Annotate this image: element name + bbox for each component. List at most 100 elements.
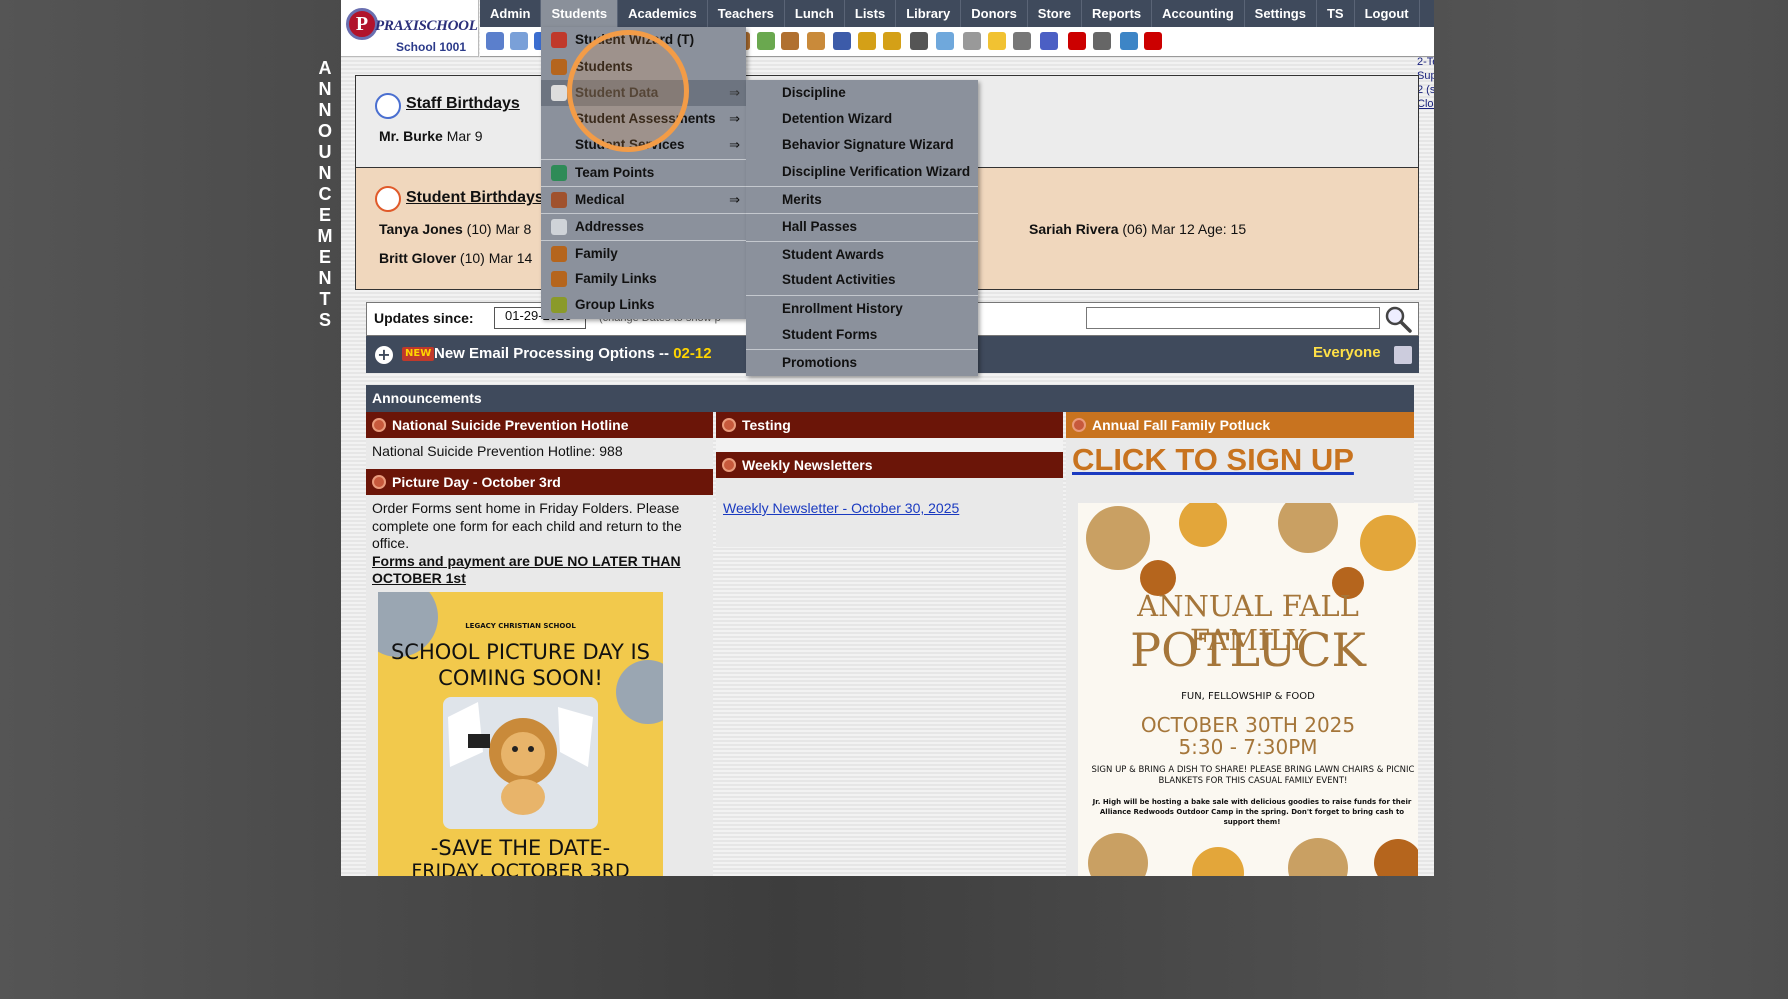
announcement-title[interactable]: Testing	[716, 412, 1063, 438]
pencil-icon[interactable]	[757, 32, 775, 50]
submenu-arrow-icon: ⇒	[729, 137, 740, 152]
cake-icon	[375, 93, 401, 119]
vertical-title-letter: N	[318, 100, 332, 120]
nav-library[interactable]: Library	[896, 0, 962, 27]
student-birthdays-heading[interactable]: Student Birthdays	[406, 189, 544, 207]
nav-lunch[interactable]: Lunch	[785, 0, 845, 27]
power-icon[interactable]	[1144, 32, 1162, 50]
logo-text: PRAXISCHOOL	[375, 18, 478, 34]
submenu-item-merits[interactable]: Merits	[746, 186, 978, 212]
nav-teachers[interactable]: Teachers	[708, 0, 785, 27]
announcement-title[interactable]: National Suicide Prevention Hotline	[366, 412, 713, 438]
submenu-item-student-forms[interactable]: Student Forms	[746, 322, 978, 348]
nav-academics[interactable]: Academics	[618, 0, 708, 27]
nav-admin[interactable]: Admin	[480, 0, 542, 27]
poster-line-3: -SAVE THE DATE-	[430, 836, 611, 860]
submenu-item-detention-wizard[interactable]: Detention Wizard	[746, 106, 978, 132]
announcement-body: Order Forms sent home in Friday Folders.…	[366, 495, 713, 593]
vertical-title-letter: A	[318, 58, 332, 78]
newsletter-link[interactable]: Weekly Newsletter - October 30, 2025	[723, 500, 959, 516]
search-icon[interactable]	[486, 32, 504, 50]
vertical-title-letter: M	[317, 226, 333, 246]
pdf-icon[interactable]	[1068, 32, 1086, 50]
list-icon[interactable]	[963, 32, 981, 50]
card-icon[interactable]	[988, 32, 1006, 50]
updates-label: Updates since:	[374, 310, 474, 326]
menu-item-team-points[interactable]: Team Points	[541, 159, 746, 185]
potluck-tagline: FUN, FELLOWSHIP & FOOD	[1181, 691, 1315, 702]
family-links-icon	[551, 271, 567, 287]
lunch-icon[interactable]	[807, 32, 825, 50]
expand-plus-icon[interactable]: +	[375, 346, 393, 364]
menu-item-medical[interactable]: Medical ⇒	[541, 186, 746, 212]
search-input[interactable]	[1086, 307, 1380, 329]
due-notice: Forms and payment are DUE NO LATER THAN …	[372, 552, 681, 587]
submenu-item-enrollment-history[interactable]: Enrollment History	[746, 295, 978, 321]
info-icon[interactable]	[1120, 32, 1138, 50]
submenu-item-hall-passes[interactable]: Hall Passes	[746, 213, 978, 239]
clock-in-link[interactable]: Clock In	[1417, 97, 1434, 111]
announcement-title[interactable]: Picture Day - October 3rd	[366, 469, 713, 495]
search-icon[interactable]	[1384, 305, 1412, 333]
announcement-title[interactable]: Annual Fall Family Potluck	[1066, 412, 1414, 438]
logo[interactable]: P PRAXISCHOOL School 1001	[341, 0, 479, 57]
vertical-title-letter: S	[318, 310, 331, 330]
note-icon[interactable]	[883, 32, 901, 50]
submenu-item-student-activities[interactable]: Student Activities	[746, 267, 978, 293]
submenu-item-behavior-signature-wizard[interactable]: Behavior Signature Wizard	[746, 132, 978, 158]
menu-item-group-links[interactable]: Group Links	[541, 292, 746, 318]
nav-logout[interactable]: Logout	[1355, 0, 1420, 27]
person-icon[interactable]	[910, 32, 928, 50]
student-birthday-entry: Tanya Jones (10) Mar 8	[379, 221, 532, 237]
submenu-item-promotions[interactable]: Promotions	[746, 349, 978, 375]
submenu-arrow-icon: ⇒	[729, 85, 740, 100]
nav-reports[interactable]: Reports	[1082, 0, 1153, 27]
announcement-title[interactable]: Weekly Newsletters	[716, 452, 1063, 478]
submenu-item-discipline[interactable]: Discipline	[746, 80, 978, 106]
vertical-title-letter: U	[318, 142, 332, 162]
submenu-item-discipline-verification-wizard[interactable]: Discipline Verification Wizard	[746, 159, 978, 185]
address-icon	[551, 219, 567, 235]
fax-icon[interactable]	[1093, 32, 1111, 50]
people-icon[interactable]	[781, 32, 799, 50]
clock-icon[interactable]	[936, 32, 954, 50]
book-icon[interactable]	[833, 32, 851, 50]
pin-icon	[722, 418, 736, 432]
nav-accounting[interactable]: Accounting	[1152, 0, 1245, 27]
nav-lists[interactable]: Lists	[845, 0, 897, 27]
team-icon	[551, 165, 567, 181]
menu-item-label: Group Links	[575, 297, 655, 312]
vertical-title-letter: N	[318, 163, 332, 183]
assessment-icon	[551, 111, 567, 127]
ap-icon[interactable]	[1040, 32, 1058, 50]
printer-icon[interactable]	[1013, 32, 1031, 50]
student-birthday-entry: Sariah Rivera (06) Mar 12 Age: 15	[1029, 221, 1247, 237]
nav-ts[interactable]: TS	[1317, 0, 1355, 27]
nav-students[interactable]: Students	[541, 0, 619, 27]
sign-up-link[interactable]: CLICK TO SIGN UP	[1072, 442, 1354, 477]
submenu-item-student-awards[interactable]: Student Awards	[746, 241, 978, 267]
menu-item-family[interactable]: Family	[541, 240, 746, 266]
group-links-icon	[551, 297, 567, 313]
nav-store[interactable]: Store	[1028, 0, 1083, 27]
wizard-icon	[551, 32, 567, 48]
announcements-column-2: Testing Weekly Newsletters Weekly Newsle…	[716, 412, 1063, 547]
menu-item-addresses[interactable]: Addresses	[541, 213, 746, 239]
pin-icon	[1072, 418, 1086, 432]
staff-birthdays-heading[interactable]: Staff Birthdays	[406, 95, 520, 113]
vertical-title-letter: E	[318, 247, 331, 267]
bell-icon[interactable]	[858, 32, 876, 50]
new-badge: NEW	[402, 347, 435, 361]
vertical-title-letter: T	[319, 289, 331, 309]
email-title[interactable]: New Email Processing Options -- 02-12	[434, 345, 712, 362]
poster-line-2: COMING SOON!	[438, 666, 603, 690]
printer-icon[interactable]	[1394, 346, 1412, 364]
potluck-note-2: Jr. High will be hosting a bake sale wit…	[1092, 798, 1412, 826]
potluck-poster: ANNUAL FALL FAMILY POTLUCK FUN, FELLOWSH…	[1078, 503, 1418, 876]
nav-settings[interactable]: Settings	[1245, 0, 1317, 27]
pin-icon	[372, 475, 386, 489]
calendar-icon[interactable]	[510, 32, 528, 50]
menu-item-label: Team Points	[575, 165, 655, 180]
menu-item-family-links[interactable]: Family Links	[541, 266, 746, 292]
nav-donors[interactable]: Donors	[961, 0, 1028, 27]
